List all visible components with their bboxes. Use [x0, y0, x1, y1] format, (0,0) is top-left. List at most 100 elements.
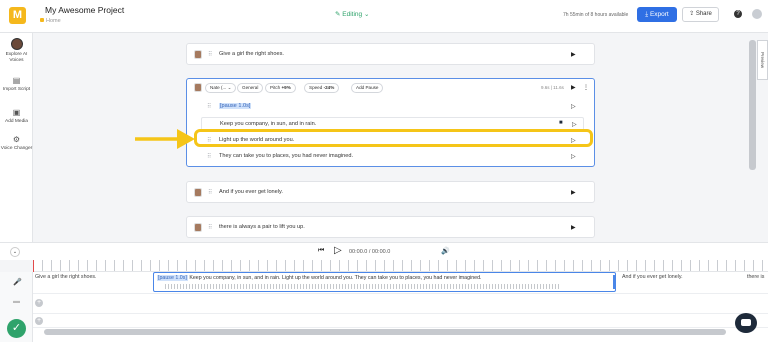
play-icon[interactable]: ▶ [571, 224, 576, 231]
breadcrumb[interactable]: Home [40, 18, 61, 24]
add-track-icon[interactable]: + [35, 317, 43, 325]
pitch-label: Pitch [270, 85, 281, 90]
pointer-arrow-icon [135, 129, 195, 149]
sidebar-item-label: Import Script [2, 87, 31, 92]
voice-avatar-icon[interactable] [194, 50, 202, 59]
timeline-segment[interactable]: there is [745, 272, 768, 292]
play-icon[interactable]: ▶ [571, 84, 576, 91]
project-title[interactable]: My Awesome Project [45, 5, 124, 15]
add-pause-button[interactable]: Add Pause [351, 83, 384, 93]
drag-handle-icon[interactable]: ⠿ [208, 224, 212, 231]
sidebar-item-explore-voices[interactable]: Explore AI Voices [0, 38, 33, 64]
block-text[interactable]: Give a girl the right shoes. [219, 51, 284, 57]
sidebar-item-add-media[interactable]: ▣ Add Media [0, 109, 33, 125]
pause-tag: [pause 1.0s] [157, 275, 188, 281]
comment-icon[interactable]: ■ [559, 120, 563, 126]
volume-icon[interactable]: 🔊 [441, 247, 450, 255]
timeline-ruler[interactable] [33, 260, 768, 272]
share-icon: ⇪ [689, 11, 696, 17]
export-button[interactable]: ⤓ Export [637, 7, 677, 22]
voice-avatar-icon[interactable] [194, 223, 202, 232]
top-bar: M My Awesome Project Home ✎ Editing ⌄ 7h… [0, 0, 768, 33]
sidebar-item-voice-changer[interactable]: ⚙ Voice Changer [0, 136, 33, 152]
script-block[interactable]: ⠿ there is always a pair to lift you up.… [186, 216, 595, 238]
segment-text: Keep you company, in sun, and in rain. L… [187, 275, 482, 281]
segment-resize-handle[interactable] [613, 275, 615, 289]
timeline-segment-selected[interactable]: [pause 1.0s] Keep you company, in sun, a… [153, 272, 616, 292]
microphone-icon[interactable]: 🎤 [13, 278, 22, 286]
add-media-icon[interactable]: + [35, 299, 43, 307]
player-bar: ⌄ ⏮ ▷ 00:00.0 / 00:00.0 🔊 [0, 242, 768, 260]
voice-avatar-icon[interactable] [194, 188, 202, 197]
drag-handle-icon[interactable]: ⠿ [207, 153, 211, 160]
collapse-icon[interactable]: ⌄ [10, 247, 20, 257]
more-options-icon[interactable]: ⋮ [583, 84, 589, 91]
block-duration: 9.6s | 11.6s [541, 85, 564, 90]
voice-avatar-icon[interactable] [194, 83, 202, 92]
style-chip[interactable]: General [237, 83, 264, 93]
sidebar-item-label: Add Media [5, 119, 28, 124]
play-icon[interactable]: ▶ [571, 51, 576, 58]
video-icon[interactable]: ▬ [13, 298, 20, 305]
timecode: 00:00.0 / 00:00.0 [349, 249, 391, 255]
chevron-down-icon: ⌄ [362, 11, 370, 18]
script-block[interactable]: ⠿ And if you ever get lonely. ▶ [186, 181, 595, 203]
speed-chip[interactable]: Speed -24% [304, 83, 340, 93]
app-logo[interactable]: M [9, 7, 26, 24]
timeline-segment[interactable]: Give a girl the right shoes. [33, 272, 151, 292]
chevron-down-icon: ⌄ [226, 85, 232, 90]
block-text[interactable]: And if you ever get lonely. [219, 189, 283, 195]
voice-name: Nate (... [210, 85, 227, 90]
play-icon[interactable]: ▶ [571, 189, 576, 196]
sentence-row[interactable]: ⠿ They can take you to places, you had n… [201, 150, 584, 164]
voice-selector[interactable]: Nate (... ⌄ [205, 83, 237, 93]
media-track[interactable]: + [33, 294, 768, 314]
voice-changer-icon: ⚙ [12, 135, 21, 144]
play-icon[interactable]: ▷ [571, 103, 576, 110]
speed-label: Speed [309, 85, 323, 90]
active-script-block[interactable]: Nate (... ⌄ General Pitch +9% Speed -24%… [186, 78, 595, 167]
sentence-text[interactable]: They can take you to places, you had nev… [219, 153, 353, 159]
drag-handle-icon[interactable]: ⠿ [208, 51, 212, 58]
share-label: Share [695, 11, 712, 17]
timeline-segment[interactable]: And if you ever get lonely. [620, 272, 735, 292]
sidebar-item-label: Voice Changer [0, 146, 33, 151]
sentence-text[interactable]: Keep you company, in sun, and in rain. [220, 121, 316, 127]
help-icon[interactable]: ? [734, 10, 742, 18]
drag-handle-icon[interactable]: ⠿ [208, 189, 212, 196]
drag-handle-icon[interactable]: ⠿ [207, 103, 211, 110]
media-icon: ▣ [12, 108, 21, 117]
user-avatar[interactable] [752, 9, 762, 19]
play-icon[interactable]: ▷ [334, 245, 342, 256]
speed-value: -24% [323, 85, 335, 90]
skip-back-icon[interactable]: ⏮ [318, 247, 324, 255]
voice-avatar-icon [10, 38, 23, 50]
pause-tag[interactable]: [pause 1.0s] [219, 103, 252, 109]
import-icon: ▤ [12, 76, 21, 85]
home-icon [40, 18, 44, 22]
play-icon[interactable]: ▷ [571, 153, 576, 160]
highlight-box [194, 129, 593, 147]
block-text[interactable]: there is always a pair to lift you up. [219, 224, 305, 230]
sentence-text[interactable]: [pause 1.0s] [219, 103, 252, 109]
editing-mode-dropdown[interactable]: ✎ Editing ⌄ [335, 10, 369, 18]
play-icon[interactable]: ▷ [572, 121, 577, 128]
left-sidebar: Explore AI Voices ▤ Import Script ▣ Add … [0, 33, 33, 242]
extra-track[interactable]: + [33, 314, 768, 328]
horizontal-scrollbar[interactable] [44, 329, 726, 335]
pitch-chip[interactable]: Pitch +9% [265, 83, 296, 93]
share-button[interactable]: ⇪ Share [682, 7, 719, 22]
sentence-row[interactable]: ⠿ [pause 1.0s] ▷ [201, 100, 584, 114]
preview-tab[interactable]: Preview [757, 40, 768, 80]
chat-bubble-icon [741, 319, 751, 326]
checkmark-icon[interactable]: ✓ [7, 319, 26, 338]
sidebar-item-import-script[interactable]: ▤ Import Script [0, 77, 33, 93]
usage-text: 7h 55min of 8 hours available [563, 12, 629, 18]
voice-track[interactable]: Give a girl the right shoes. [pause 1.0s… [33, 272, 768, 294]
waveform [165, 284, 560, 289]
vertical-scrollbar-thumb[interactable] [749, 40, 756, 170]
chat-support-icon[interactable] [735, 313, 757, 333]
script-block[interactable]: ⠿ Give a girl the right shoes. ▶ [186, 43, 595, 65]
breadcrumb-home[interactable]: Home [46, 18, 61, 24]
sidebar-item-label: Explore AI Voices [5, 52, 28, 63]
